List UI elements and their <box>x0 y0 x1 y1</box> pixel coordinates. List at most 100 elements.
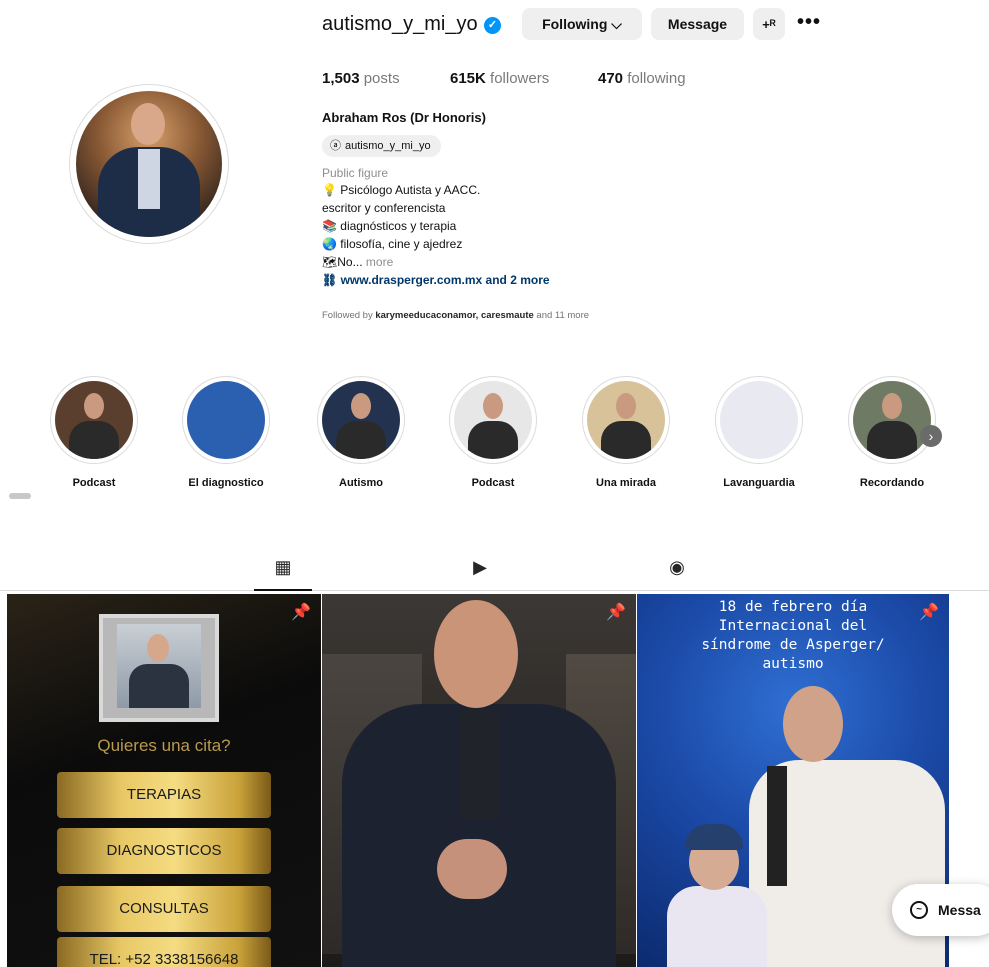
suggested-users-button[interactable]: +ᴿ <box>753 8 785 40</box>
highlight-item[interactable]: Lavanguardia <box>713 376 805 489</box>
full-name: Abraham Ros (Dr Honoris) <box>322 110 486 125</box>
post-gold-label: TERAPIAS <box>57 772 271 818</box>
pin-icon: 📌 <box>291 604 311 621</box>
post-gold-label: DIAGNOSTICOS <box>57 828 271 874</box>
highlight-label: Recordando <box>859 477 925 489</box>
avatar-head <box>131 103 165 145</box>
bio-line: escritor y conferencista <box>322 201 446 215</box>
highlight-ring <box>50 376 138 464</box>
highlight-item[interactable]: El diagnostico <box>180 376 272 489</box>
highlight-item[interactable]: Autismo <box>315 376 407 489</box>
highlight-figure-head <box>351 393 371 419</box>
post-caption-overlay: 18 de febrero día Internacional del sínd… <box>637 598 949 674</box>
post-photo <box>117 624 201 708</box>
message-button[interactable]: Message <box>651 8 744 40</box>
highlight-label: El diagnostico <box>188 477 264 489</box>
followed-by-prefix: Followed by <box>322 310 376 321</box>
bio-line: 📚 diagnósticos y terapia <box>322 219 457 233</box>
photo-figure-head <box>147 634 169 662</box>
messenger-icon: ~ <box>910 901 928 919</box>
caption-line: autismo <box>762 656 824 672</box>
highlight-figure <box>867 421 917 459</box>
verified-badge-icon: ✓ <box>484 17 501 34</box>
bio-line: 🗺No... <box>322 255 363 269</box>
website-link[interactable]: ⛓ www.drasperger.com.mx and 2 more <box>322 273 550 287</box>
following-stat[interactable]: 470 following <box>598 70 686 87</box>
highlight-label: Podcast <box>72 477 116 489</box>
followed-by[interactable]: Followed by karymeeducaconamor, caresmau… <box>322 310 589 321</box>
followed-by-names: karymeeducaconamor, caresmaute <box>375 310 534 321</box>
following-label: following <box>623 70 686 87</box>
tagged-tab-icon[interactable]: ◉ <box>665 555 689 579</box>
photo-figure <box>129 664 189 708</box>
backpack-strap <box>767 766 787 886</box>
scroll-indicator <box>9 493 31 499</box>
person-shirt <box>460 709 500 819</box>
highlight-ring <box>317 376 405 464</box>
highlight-thumbnail <box>187 381 265 459</box>
highlight-ring <box>582 376 670 464</box>
active-tab-indicator <box>254 589 312 591</box>
highlight-ring <box>182 376 270 464</box>
bio-line: 💡 Psicólogo Autista y AACC. <box>322 183 481 197</box>
posts-grid-tab-icon[interactable]: ▦ <box>271 555 295 579</box>
highlight-figure-head <box>483 393 503 419</box>
post-question: Quieres una cita? <box>97 736 231 755</box>
avatar-shirt <box>138 149 160 209</box>
child-cap <box>685 824 743 850</box>
more-options-icon[interactable]: ••• <box>797 11 821 34</box>
highlight-figure <box>69 421 119 459</box>
highlight-item[interactable]: Podcast <box>48 376 140 489</box>
highlight-figure <box>601 421 651 459</box>
threads-badge[interactable]: ⓐ autismo_y_mi_yo <box>322 135 441 157</box>
tabs-divider <box>0 590 989 591</box>
post-gold-label: TEL: +52 3338156648 <box>57 937 271 967</box>
pin-icon: 📌 <box>606 604 626 621</box>
pin-icon: 📌 <box>919 604 939 621</box>
highlight-ring <box>449 376 537 464</box>
highlight-thumbnail <box>322 381 400 459</box>
child-body <box>667 886 767 967</box>
messages-label: Messa <box>938 902 981 918</box>
profile-category: Public figure <box>322 166 389 180</box>
link-icon: ⛓ <box>322 273 341 287</box>
threads-icon: ⓐ <box>330 140 341 152</box>
posts-label: posts <box>359 70 400 87</box>
highlight-thumbnail <box>55 381 133 459</box>
highlight-label: Lavanguardia <box>723 477 795 489</box>
highlight-figure-head <box>882 393 902 419</box>
highlight-figure-head <box>616 393 636 419</box>
bio-more-link[interactable]: more <box>363 255 393 269</box>
caption-line: síndrome de Asperger/ <box>701 637 885 653</box>
adult-head <box>783 686 843 762</box>
bio-line: 🌏 filosofía, cine y ajedrez <box>322 237 463 251</box>
threads-handle: autismo_y_mi_yo <box>345 140 431 152</box>
reels-tab-icon[interactable]: ▶ <box>468 555 492 579</box>
person-head <box>434 600 518 708</box>
messages-button[interactable]: ~ Messa <box>892 884 989 936</box>
following-button[interactable]: Following ⌵ <box>522 8 642 40</box>
website-link-text: www.drasperger.com.mx and 2 more <box>340 273 550 287</box>
highlight-ring <box>848 376 936 464</box>
highlight-thumbnail <box>587 381 665 459</box>
highlight-item[interactable]: Podcast <box>447 376 539 489</box>
post-gold-label: CONSULTAS <box>57 886 271 932</box>
followers-stat[interactable]: 615K followers <box>450 70 549 87</box>
post-tile[interactable]: 📌 <box>322 594 636 967</box>
username: autismo_y_mi_yo <box>322 13 478 35</box>
followed-by-suffix: and 11 more <box>533 310 590 321</box>
highlight-figure <box>468 421 518 459</box>
highlight-ring <box>715 376 803 464</box>
highlight-thumbnail <box>720 381 798 459</box>
highlight-item[interactable]: Una mirada <box>580 376 672 489</box>
highlight-thumbnail <box>853 381 931 459</box>
followers-label: followers <box>485 70 550 87</box>
following-count: 470 <box>598 70 624 87</box>
highlight-label: Autismo <box>339 477 383 489</box>
highlight-thumbnail <box>454 381 532 459</box>
caption-line: 18 de febrero día <box>718 599 868 615</box>
highlight-figure-head <box>84 393 104 419</box>
post-tile[interactable]: Quieres una cita? TERAPIAS DIAGNOSTICOS … <box>7 594 321 967</box>
avatar[interactable] <box>76 91 222 237</box>
highlights-next-chevron-icon[interactable]: › <box>920 425 942 447</box>
